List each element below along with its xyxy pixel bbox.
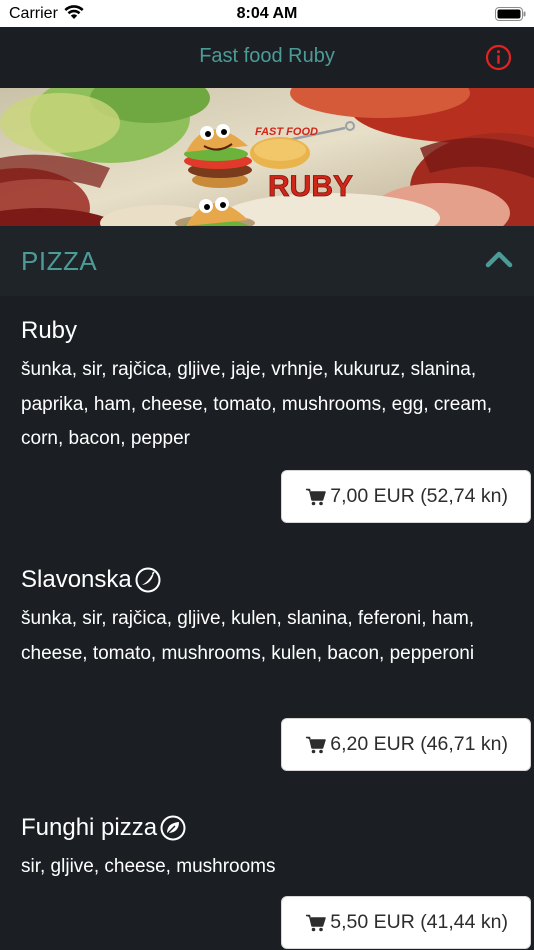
item-name-text: Ruby — [21, 317, 78, 344]
item-name: Funghi pizza — [21, 813, 516, 843]
price-label: 7,00 EUR (52,74 kn) — [330, 485, 508, 507]
add-to-cart-button[interactable]: 5,50 EUR (41,44 kn) — [281, 896, 531, 949]
price-label: 6,20 EUR (46,71 kn) — [330, 733, 508, 755]
cart-icon — [306, 488, 326, 505]
nav-bar: Fast food Ruby — [0, 27, 534, 88]
item-name: Ruby — [21, 316, 516, 346]
item-description: šunka, sir, rajčica, gljive, jaje, vrhnj… — [21, 359, 492, 449]
status-bar: Carrier 8:04 AM — [0, 0, 534, 27]
add-to-cart-button[interactable]: 7,00 EUR (52,74 kn) — [281, 470, 531, 523]
item-name-text: Slavonska — [21, 566, 132, 593]
banner-fastfood-text: FAST FOOD — [255, 126, 318, 138]
add-to-cart-button[interactable]: 6,20 EUR (46,71 kn) — [281, 718, 531, 771]
page-title: Fast food Ruby — [199, 45, 335, 67]
battery-icon — [495, 7, 526, 21]
food-banner-image: FAST FOOD RUBY — [0, 88, 534, 226]
item-name: Slavonska — [21, 565, 516, 595]
item-description: šunka, sir, rajčica, gljive, kulen, slan… — [21, 608, 475, 664]
menu-item-slavonska: Slavonska šunka, sir, rajčica, gljive, k… — [21, 565, 516, 671]
menu-item-funghi: Funghi pizza sir, gljive, cheese, mushro… — [21, 813, 516, 885]
header-banner: FAST FOOD RUBY — [0, 88, 534, 226]
item-description: sir, gljive, cheese, mushrooms — [21, 856, 276, 877]
info-icon[interactable] — [485, 44, 512, 71]
cart-icon — [306, 736, 326, 753]
category-title: PIZZA — [21, 246, 98, 276]
banner-ruby-text: RUBY — [268, 170, 353, 203]
cart-icon — [306, 914, 326, 931]
chevron-up-icon[interactable] — [484, 248, 514, 270]
item-name-text: Funghi pizza — [21, 814, 158, 841]
leaf-icon — [160, 815, 186, 841]
category-header-pizza[interactable]: PIZZA — [0, 226, 534, 296]
status-time: 8:04 AM — [236, 5, 298, 22]
price-label: 5,50 EUR (41,44 kn) — [330, 911, 508, 933]
menu-item-ruby: Ruby šunka, sir, rajčica, gljive, jaje, … — [21, 316, 516, 457]
chili-icon — [135, 567, 161, 593]
